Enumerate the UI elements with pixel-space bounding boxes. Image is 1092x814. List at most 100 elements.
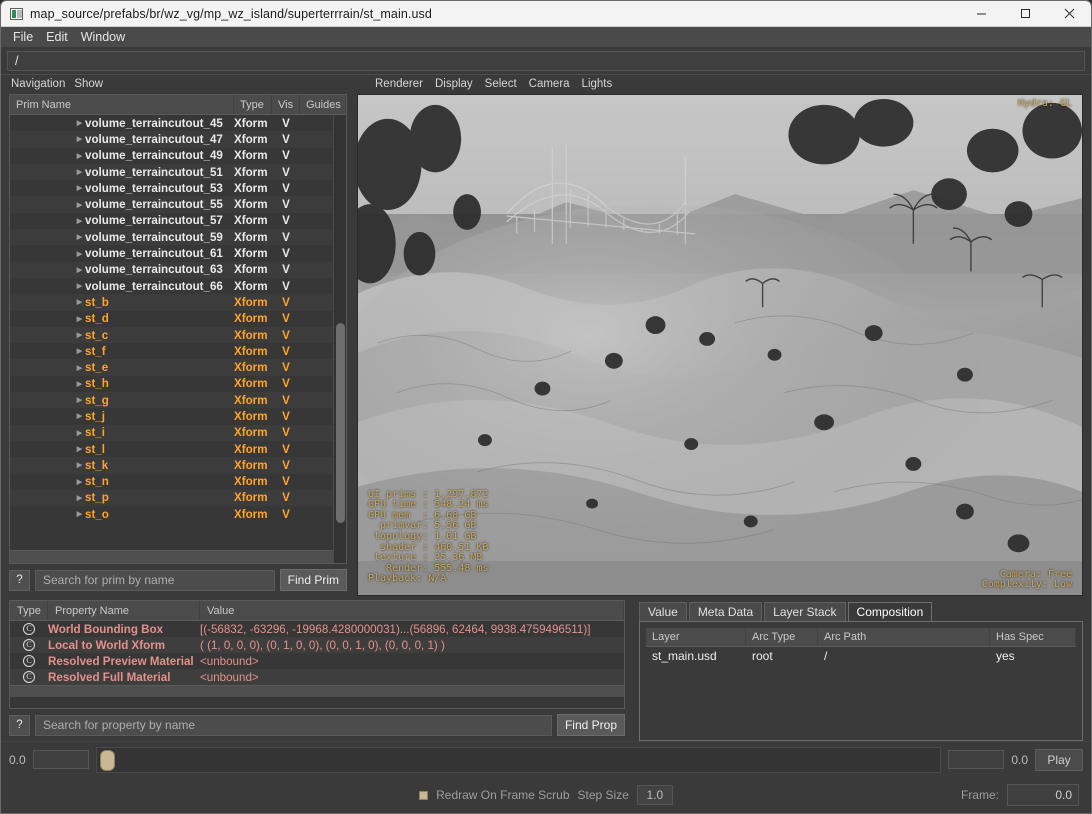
prim-visibility-toggle[interactable]: V	[272, 459, 300, 472]
property-search-help-icon[interactable]: ?	[9, 715, 30, 736]
expand-arrow-icon[interactable]: ▶	[74, 168, 85, 176]
expand-arrow-icon[interactable]: ▶	[74, 478, 85, 486]
prim-tree-row[interactable]: ▶volume_terraincutout_55XformV	[10, 196, 346, 212]
prim-tree-row[interactable]: ▶st_eXformV	[10, 359, 346, 375]
prim-visibility-toggle[interactable]: V	[272, 149, 300, 162]
prim-tree-row[interactable]: ▶st_gXformV	[10, 392, 346, 408]
prim-tree-row[interactable]: ▶volume_terraincutout_51XformV	[10, 164, 346, 180]
prim-visibility-toggle[interactable]: V	[272, 312, 300, 325]
timeline-end-input[interactable]	[948, 750, 1004, 769]
prim-search-input[interactable]: Search for prim by name	[35, 570, 275, 591]
prim-tree-row[interactable]: ▶volume_terraincutout_63XformV	[10, 262, 346, 278]
column-header-prim-name[interactable]: Prim Name	[10, 95, 234, 114]
frame-input[interactable]: 0.0	[1007, 784, 1079, 806]
prim-tree-row[interactable]: ▶st_bXformV	[10, 294, 346, 310]
composition-row[interactable]: st_main.usdroot/yes	[646, 647, 1076, 665]
inspector-tab-layer-stack[interactable]: Layer Stack	[764, 602, 845, 621]
expand-arrow-icon[interactable]: ▶	[74, 217, 85, 225]
menu-show[interactable]: Show	[74, 78, 103, 90]
maximize-button[interactable]	[1003, 1, 1047, 27]
prim-visibility-toggle[interactable]: V	[272, 133, 300, 146]
prim-visibility-toggle[interactable]: V	[272, 231, 300, 244]
prim-visibility-toggle[interactable]: V	[272, 491, 300, 504]
find-prim-button[interactable]: Find Prim	[280, 569, 347, 591]
column-header-guides[interactable]: Guides	[300, 95, 346, 114]
prim-tree-row[interactable]: ▶st_kXformV	[10, 457, 346, 473]
prim-tree-row[interactable]: ▶st_jXformV	[10, 408, 346, 424]
prim-tree-hscrollbar[interactable]	[10, 550, 346, 563]
prim-tree-row[interactable]: ▶volume_terraincutout_53XformV	[10, 180, 346, 196]
prim-tree-row[interactable]: ▶volume_terraincutout_49XformV	[10, 148, 346, 164]
menu-edit[interactable]: Edit	[40, 29, 74, 45]
prim-visibility-toggle[interactable]: V	[272, 475, 300, 488]
column-header-type[interactable]: Type	[234, 95, 272, 114]
prim-tree-row[interactable]: ▶st_iXformV	[10, 425, 346, 441]
prim-tree-row[interactable]: ▶st_hXformV	[10, 376, 346, 392]
column-header-arc-type[interactable]: Arc Type	[746, 628, 818, 646]
prim-tree-scrollbar-thumb[interactable]	[336, 323, 345, 523]
timeline-slider-thumb[interactable]	[100, 750, 115, 771]
menu-display[interactable]: Display	[435, 78, 473, 90]
expand-arrow-icon[interactable]: ▶	[74, 429, 85, 437]
prim-visibility-toggle[interactable]: V	[272, 182, 300, 195]
prim-tree-scrollbar[interactable]	[333, 115, 346, 563]
prim-visibility-toggle[interactable]: V	[272, 166, 300, 179]
prim-visibility-toggle[interactable]: V	[272, 443, 300, 456]
expand-arrow-icon[interactable]: ▶	[74, 380, 85, 388]
menu-select[interactable]: Select	[485, 78, 517, 90]
expand-arrow-icon[interactable]: ▶	[74, 445, 85, 453]
expand-arrow-icon[interactable]: ▶	[74, 201, 85, 209]
column-header-has-spec[interactable]: Has Spec	[990, 628, 1076, 646]
expand-arrow-icon[interactable]: ▶	[74, 233, 85, 241]
prim-visibility-toggle[interactable]: V	[272, 280, 300, 293]
prim-visibility-toggle[interactable]: V	[272, 377, 300, 390]
property-row[interactable]: CLocal to World Xform( (1, 0, 0, 0), (0,…	[10, 637, 624, 653]
expand-arrow-icon[interactable]: ▶	[74, 331, 85, 339]
close-button[interactable]	[1047, 1, 1091, 27]
expand-arrow-icon[interactable]: ▶	[74, 315, 85, 323]
prim-tree-row[interactable]: ▶volume_terraincutout_59XformV	[10, 229, 346, 245]
minimize-button[interactable]	[959, 1, 1003, 27]
prim-path-input[interactable]: /	[7, 51, 1085, 71]
prim-visibility-toggle[interactable]: V	[272, 361, 300, 374]
expand-arrow-icon[interactable]: ▶	[74, 135, 85, 143]
expand-arrow-icon[interactable]: ▶	[74, 266, 85, 274]
inspector-tab-meta-data[interactable]: Meta Data	[689, 602, 762, 621]
expand-arrow-icon[interactable]: ▶	[74, 250, 85, 258]
timeline-slider[interactable]	[96, 747, 942, 773]
expand-arrow-icon[interactable]: ▶	[74, 119, 85, 127]
prim-visibility-toggle[interactable]: V	[272, 410, 300, 423]
expand-arrow-icon[interactable]: ▶	[74, 184, 85, 192]
expand-arrow-icon[interactable]: ▶	[74, 152, 85, 160]
prim-visibility-toggle[interactable]: V	[272, 263, 300, 276]
find-prop-button[interactable]: Find Prop	[557, 714, 625, 736]
menu-window[interactable]: Window	[75, 29, 131, 45]
prim-visibility-toggle[interactable]: V	[272, 345, 300, 358]
prim-tree-row[interactable]: ▶st_lXformV	[10, 441, 346, 457]
prim-visibility-toggle[interactable]: V	[272, 394, 300, 407]
column-header-vis[interactable]: Vis	[272, 95, 300, 114]
expand-arrow-icon[interactable]: ▶	[74, 494, 85, 502]
inspector-tab-value[interactable]: Value	[639, 602, 687, 621]
play-button[interactable]: Play	[1035, 749, 1083, 771]
prim-tree-row[interactable]: ▶volume_terraincutout_61XformV	[10, 245, 346, 261]
property-search-input[interactable]: Search for property by name	[35, 715, 552, 736]
menu-file[interactable]: File	[7, 29, 39, 45]
prim-visibility-toggle[interactable]: V	[272, 198, 300, 211]
column-header-prop-type[interactable]: Type	[10, 601, 48, 620]
3d-viewport[interactable]: Hydra: GL UI prims : 1,297,872 GPU time …	[357, 94, 1083, 596]
step-size-input[interactable]: 1.0	[637, 785, 673, 805]
prim-search-help-icon[interactable]: ?	[9, 570, 30, 591]
prim-tree-row[interactable]: ▶st_nXformV	[10, 474, 346, 490]
prim-tree-row[interactable]: ▶volume_terraincutout_57XformV	[10, 213, 346, 229]
expand-arrow-icon[interactable]: ▶	[74, 510, 85, 518]
expand-arrow-icon[interactable]: ▶	[74, 396, 85, 404]
menu-camera[interactable]: Camera	[529, 78, 570, 90]
property-row[interactable]: CWorld Bounding Box[(-56832, -63296, -19…	[10, 621, 624, 637]
prim-tree-row[interactable]: ▶st_pXformV	[10, 490, 346, 506]
prim-tree-row[interactable]: ▶st_fXformV	[10, 343, 346, 359]
prim-visibility-toggle[interactable]: V	[272, 296, 300, 309]
prim-tree-row[interactable]: ▶st_dXformV	[10, 311, 346, 327]
expand-arrow-icon[interactable]: ▶	[74, 461, 85, 469]
timeline-start-input[interactable]	[33, 750, 89, 769]
